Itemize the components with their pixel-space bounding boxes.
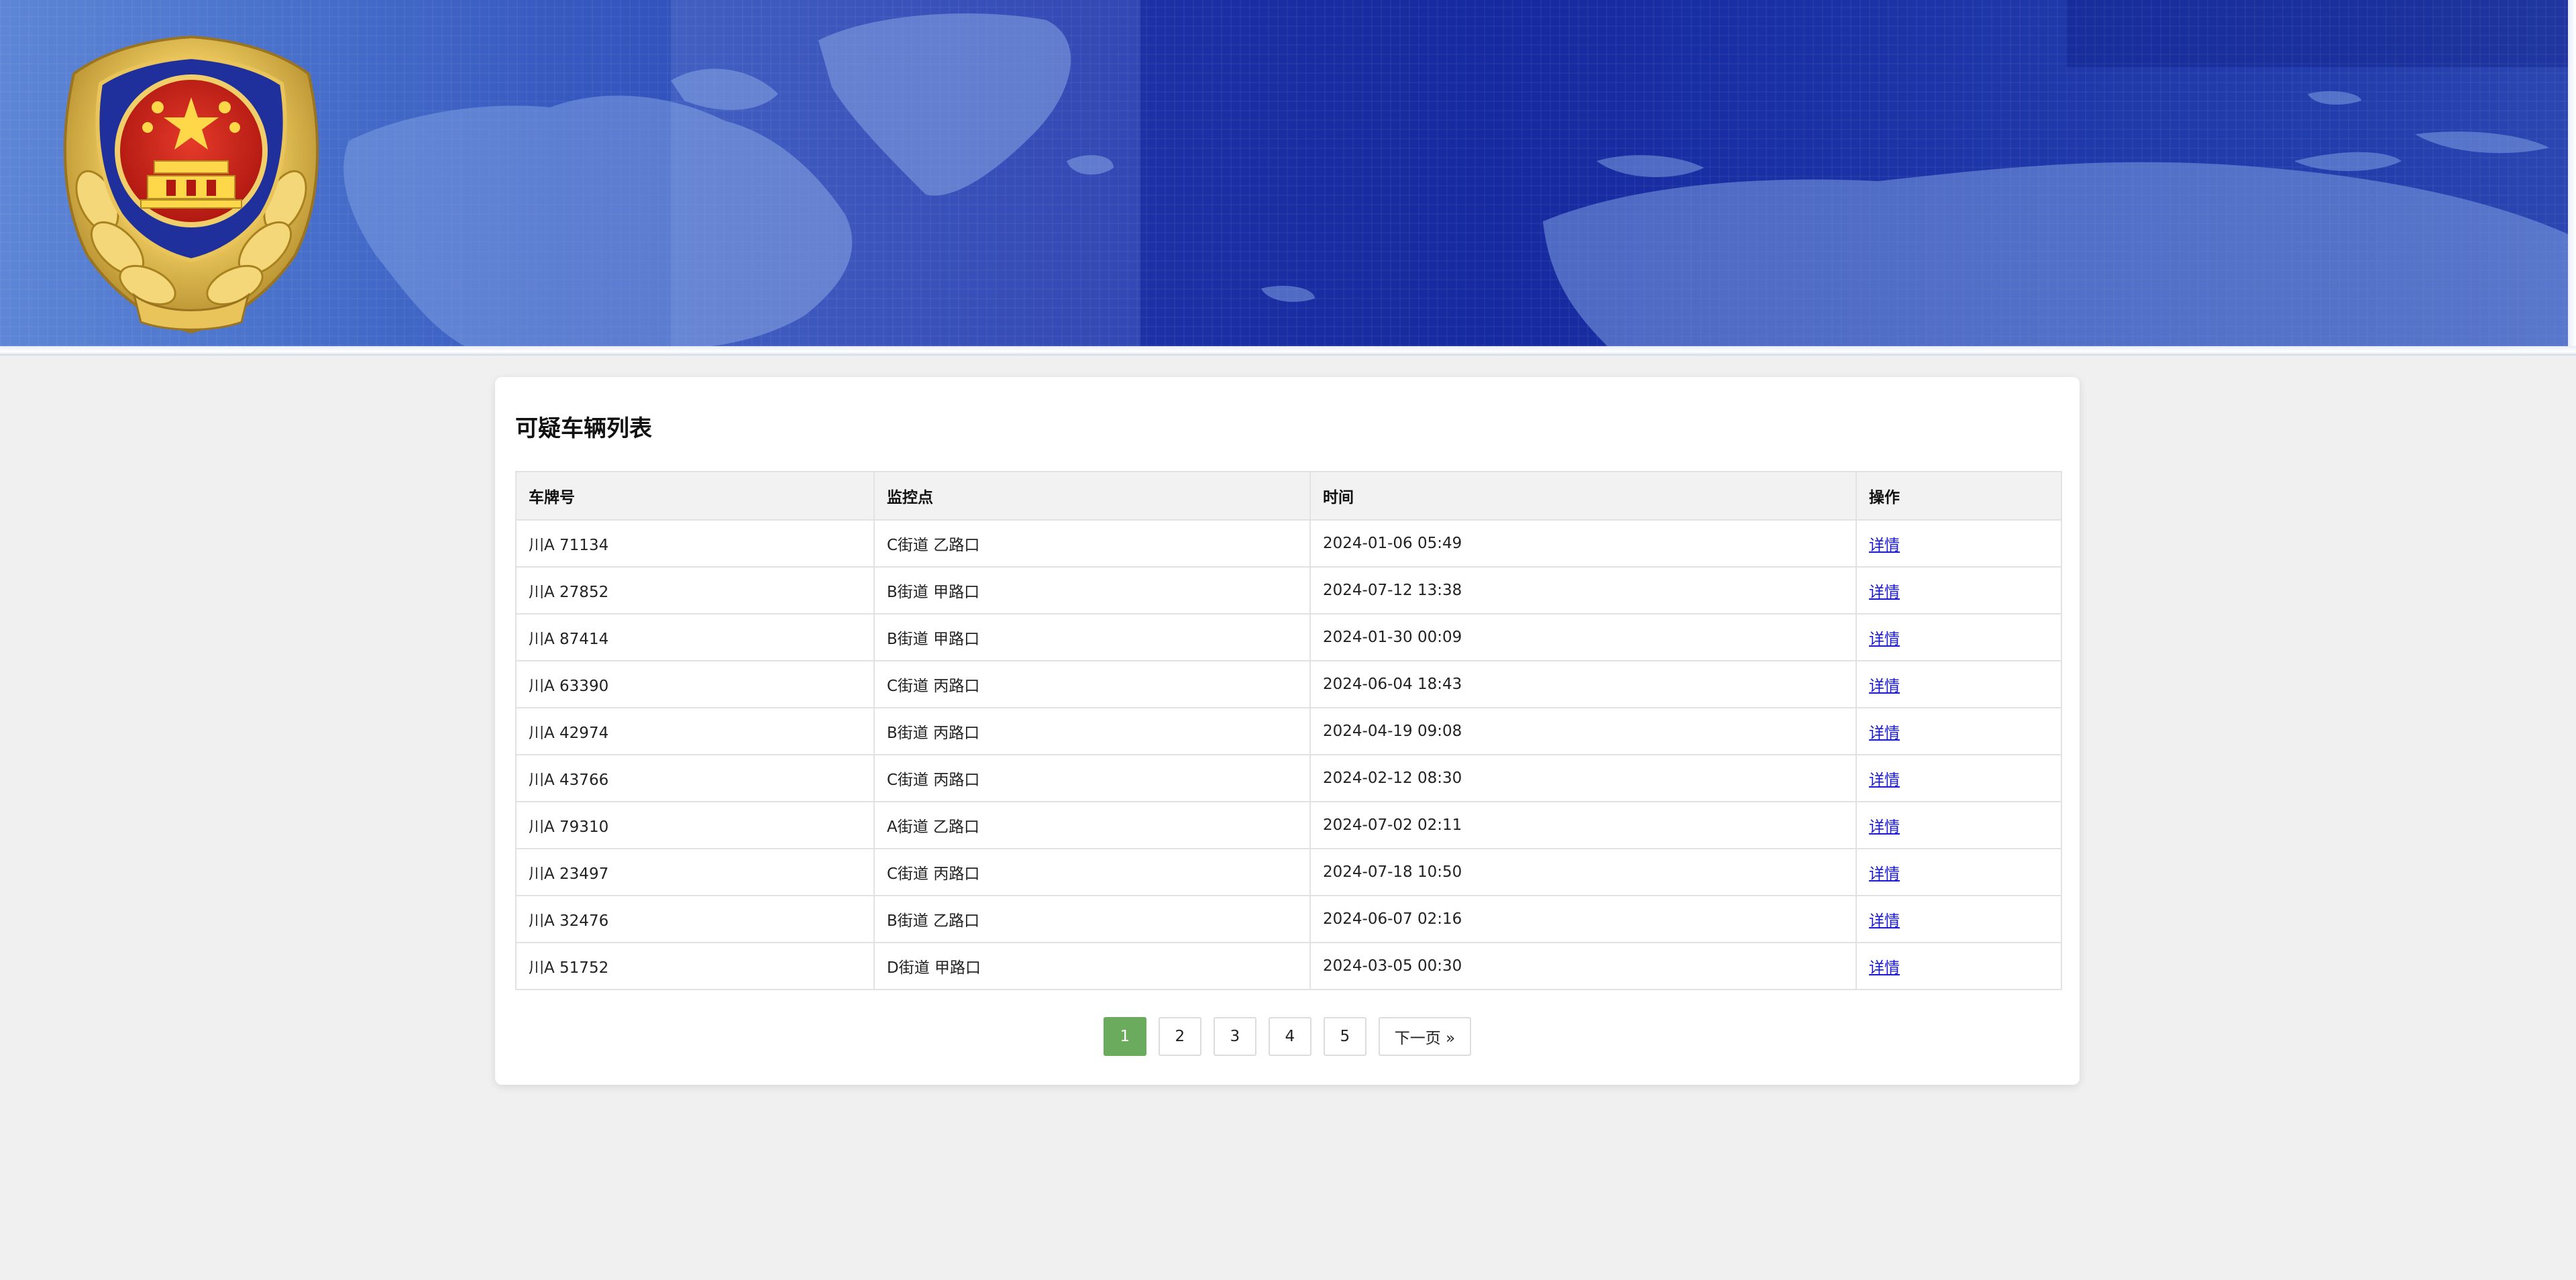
column-header-plate: 车牌号 <box>515 471 875 521</box>
page-button-4[interactable]: 4 <box>1268 1017 1311 1056</box>
action-cell: 详情 <box>1856 848 2062 896</box>
time-cell: 2024-02-12 08:30 <box>1309 754 1857 802</box>
table-row: 川A 32476 B街道 乙路口 2024-06-07 02:16 详情 <box>515 895 2062 943</box>
police-emblem-icon <box>63 35 319 334</box>
time-cell: 2024-03-05 00:30 <box>1309 942 1857 990</box>
detail-link[interactable]: 详情 <box>1869 865 1900 883</box>
detail-link[interactable]: 详情 <box>1869 678 1900 695</box>
header-banner <box>0 0 2576 356</box>
location-cell: C街道 丙路口 <box>873 660 1311 708</box>
vehicle-list-card: 可疑车辆列表 车牌号 监控点 时间 操作 川A 71134 C街道 乙路口 20… <box>495 377 2080 1085</box>
table-row: 川A 23497 C街道 丙路口 2024-07-18 10:50 详情 <box>515 848 2062 896</box>
detail-link[interactable]: 详情 <box>1869 771 1900 789</box>
table-row: 川A 27852 B街道 甲路口 2024-07-12 13:38 详情 <box>515 566 2062 615</box>
table-row: 川A 51752 D街道 甲路口 2024-03-05 00:30 详情 <box>515 942 2062 990</box>
time-cell: 2024-01-06 05:49 <box>1309 519 1857 568</box>
location-cell: B街道 乙路口 <box>873 895 1311 943</box>
detail-link[interactable]: 详情 <box>1869 912 1900 930</box>
action-cell: 详情 <box>1856 754 2062 802</box>
plate-cell: 川A 79310 <box>515 801 875 849</box>
table-row: 川A 71134 C街道 乙路口 2024-01-06 05:49 详情 <box>515 519 2062 568</box>
time-cell: 2024-01-30 00:09 <box>1309 613 1857 661</box>
table-row: 川A 63390 C街道 丙路口 2024-06-04 18:43 详情 <box>515 660 2062 708</box>
next-page-button[interactable]: 下一页 » <box>1378 1017 1472 1056</box>
location-cell: C街道 丙路口 <box>873 848 1311 896</box>
location-cell: B街道 甲路口 <box>873 566 1311 615</box>
plate-cell: 川A 63390 <box>515 660 875 708</box>
plate-cell: 川A 27852 <box>515 566 875 615</box>
plate-cell: 川A 51752 <box>515 942 875 990</box>
plate-cell: 川A 23497 <box>515 848 875 896</box>
page-title: 可疑车辆列表 <box>515 415 652 442</box>
banner-divider <box>0 346 2576 356</box>
column-header-time: 时间 <box>1309 471 1857 521</box>
action-cell: 详情 <box>1856 613 2062 661</box>
location-cell: B街道 丙路口 <box>873 707 1311 755</box>
detail-link[interactable]: 详情 <box>1869 725 1900 742</box>
plate-cell: 川A 42974 <box>515 707 875 755</box>
detail-link[interactable]: 详情 <box>1869 631 1900 648</box>
page-button-5[interactable]: 5 <box>1323 1017 1366 1056</box>
page-button-2[interactable]: 2 <box>1158 1017 1201 1056</box>
vehicle-table: 车牌号 监控点 时间 操作 川A 71134 C街道 乙路口 2024-01-0… <box>515 471 2062 990</box>
action-cell: 详情 <box>1856 707 2062 755</box>
table-row: 川A 43766 C街道 丙路口 2024-02-12 08:30 详情 <box>515 754 2062 802</box>
detail-link[interactable]: 详情 <box>1869 584 1900 601</box>
action-cell: 详情 <box>1856 566 2062 615</box>
plate-cell: 川A 43766 <box>515 754 875 802</box>
page-button-1[interactable]: 1 <box>1103 1017 1146 1056</box>
column-header-location: 监控点 <box>873 471 1311 521</box>
table-header-row: 车牌号 监控点 时间 操作 <box>515 471 2062 521</box>
pagination: 1 2 3 4 5 下一页 » <box>495 1017 2080 1057</box>
plate-cell: 川A 87414 <box>515 613 875 661</box>
table-row: 川A 79310 A街道 乙路口 2024-07-02 02:11 详情 <box>515 801 2062 849</box>
action-cell: 详情 <box>1856 801 2062 849</box>
time-cell: 2024-06-04 18:43 <box>1309 660 1857 708</box>
location-cell: C街道 乙路口 <box>873 519 1311 568</box>
column-header-action: 操作 <box>1856 471 2062 521</box>
plate-cell: 川A 32476 <box>515 895 875 943</box>
time-cell: 2024-07-18 10:50 <box>1309 848 1857 896</box>
action-cell: 详情 <box>1856 895 2062 943</box>
table-row: 川A 42974 B街道 丙路口 2024-04-19 09:08 详情 <box>515 707 2062 755</box>
detail-link[interactable]: 详情 <box>1869 818 1900 836</box>
location-cell: B街道 甲路口 <box>873 613 1311 661</box>
world-map-graphic <box>343 0 2569 349</box>
banner-edge <box>2568 0 2576 349</box>
detail-link[interactable]: 详情 <box>1869 537 1900 554</box>
plate-cell: 川A 71134 <box>515 519 875 568</box>
table-row: 川A 87414 B街道 甲路口 2024-01-30 00:09 详情 <box>515 613 2062 661</box>
action-cell: 详情 <box>1856 519 2062 568</box>
location-cell: A街道 乙路口 <box>873 801 1311 849</box>
location-cell: C街道 丙路口 <box>873 754 1311 802</box>
page-button-3[interactable]: 3 <box>1213 1017 1256 1056</box>
detail-link[interactable]: 详情 <box>1869 959 1900 977</box>
time-cell: 2024-04-19 09:08 <box>1309 707 1857 755</box>
action-cell: 详情 <box>1856 942 2062 990</box>
time-cell: 2024-06-07 02:16 <box>1309 895 1857 943</box>
location-cell: D街道 甲路口 <box>873 942 1311 990</box>
time-cell: 2024-07-12 13:38 <box>1309 566 1857 615</box>
time-cell: 2024-07-02 02:11 <box>1309 801 1857 849</box>
action-cell: 详情 <box>1856 660 2062 708</box>
